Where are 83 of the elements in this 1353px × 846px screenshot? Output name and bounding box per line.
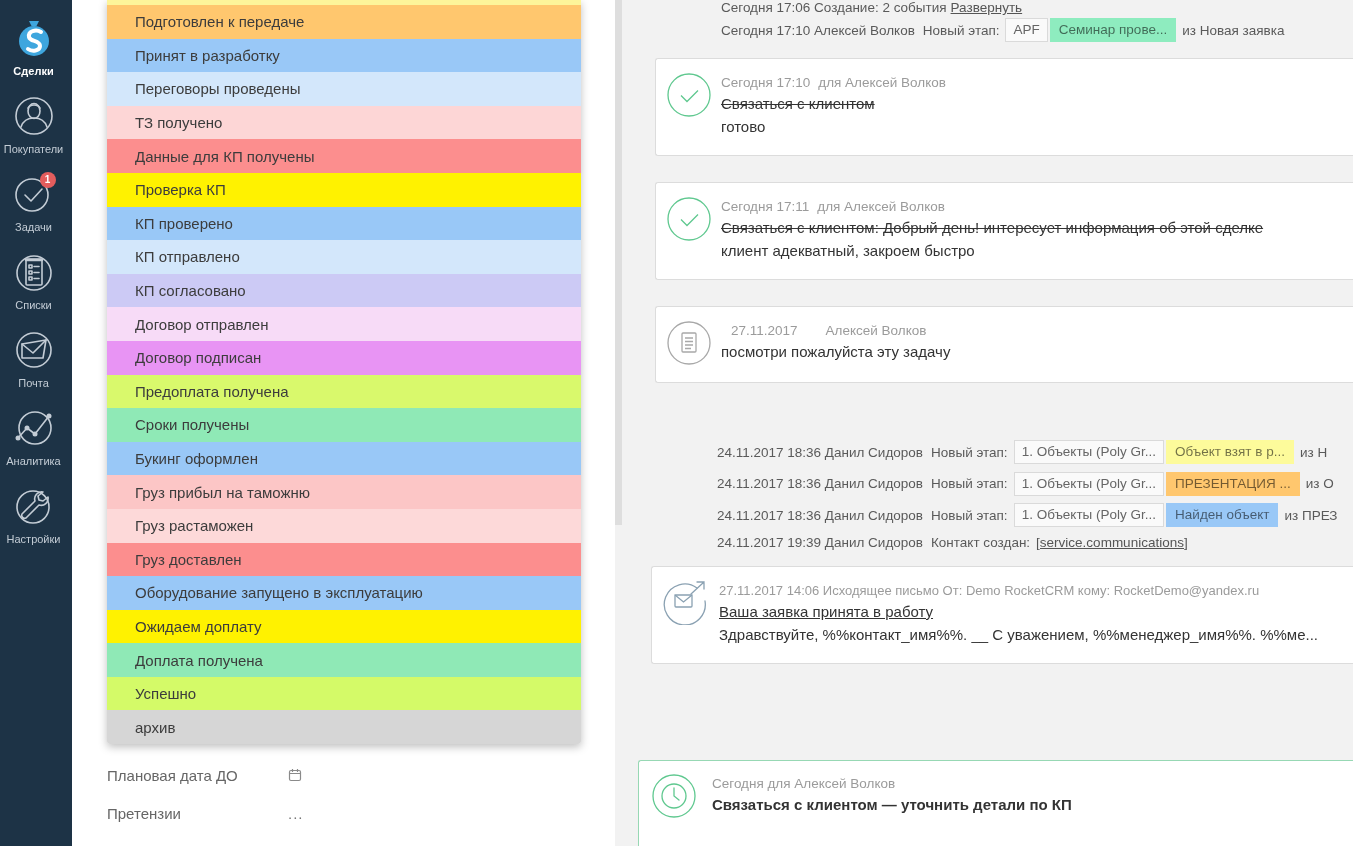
calendar-icon[interactable] [288, 768, 302, 782]
event-author: 24.11.2017 18:36 Данил Сидоров [717, 476, 923, 491]
nav-item[interactable]: Настройки [0, 486, 67, 546]
task-result: готово [721, 117, 767, 137]
stage-option[interactable]: Договор отправлен [107, 307, 581, 341]
field-value[interactable]: ... [288, 804, 304, 822]
previous-stage: из О [1305, 476, 1334, 491]
task-title: Связаться с клиентом [721, 94, 876, 114]
stage-option[interactable]: КП отправлено [107, 240, 581, 274]
task-time: Сегодня 17:10 [721, 74, 811, 92]
stage-tag: Найден объект [1166, 503, 1279, 527]
previous-stage: из Н [1299, 444, 1328, 460]
task-title: Связаться с клиентом — уточнить детали по КП [712, 794, 1072, 815]
nav-item[interactable]: Задачи 1 [0, 174, 67, 234]
stage-option[interactable]: Оборудование запущено в эксплуатацию [107, 576, 581, 610]
stage-option[interactable]: Сроки получены [107, 408, 581, 442]
nav-item[interactable]: Сделки [0, 18, 67, 78]
envelope-icon [13, 330, 54, 370]
clock-icon [652, 773, 696, 818]
task-assignee: для Алексей Волков [818, 74, 946, 92]
nav-item[interactable]: Покупатели [0, 96, 67, 156]
note-date: 27.11.2017 [731, 322, 798, 340]
clipboard-icon [13, 252, 54, 292]
event-author: 24.11.2017 18:36 Данил Сидоров [717, 507, 923, 523]
field-label: Плановая дата ДО [107, 766, 239, 784]
event-action: Новый этап: [931, 444, 1008, 460]
pipeline-tag: 1. Объекты (Poly Gr... [1013, 503, 1165, 527]
nav-item[interactable]: Почта [0, 330, 67, 390]
email-preview: Здравствуйте, %%контакт_имя%%. __ С уважением, %%менеджер_имя%%. %%ме... [719, 624, 1319, 645]
stage-option[interactable]: Данные для КП получены [107, 139, 581, 173]
event-author: 24.11.2017 19:39 Данил Сидоров [717, 534, 923, 550]
stage-tag: ПРЕЗЕНТАЦИЯ ... [1166, 471, 1300, 496]
stage-option[interactable]: Предоплата получена [107, 374, 581, 409]
task-time: Сегодня 17:11 [721, 198, 810, 216]
task-meta: Сегодня для Алексей Волков [712, 774, 897, 793]
notification-badge: 1 [39, 172, 56, 188]
stage-tag: Семинар прове... [1049, 18, 1177, 42]
email-subject-link[interactable]: Ваша заявка принята в работу [719, 602, 934, 620]
event-author: 24.11.2017 18:36 Данил Сидоров [717, 444, 923, 460]
note-text: посмотри пожалуйста эту задачу [721, 342, 951, 362]
event-action: Новый этап: [931, 507, 1008, 523]
stage-option[interactable]: Доплата получена [107, 643, 581, 677]
task-title: Связаться с клиентом: Добрый день! интересует информация об этой сделке [721, 218, 1264, 238]
previous-stage: из Новая заявка [1182, 22, 1285, 38]
stage-option[interactable]: Груз растаможен [107, 508, 581, 543]
note-author: Алексей Волков [825, 322, 927, 340]
event-text: Сегодня 17:06 Создание: 2 события [721, 0, 947, 15]
stage-option[interactable]: Подготовлен к передаче [107, 5, 581, 39]
stage-option[interactable]: Проверка КП [107, 172, 581, 207]
stage-option[interactable]: КП согласовано [107, 273, 581, 308]
stage-option[interactable]: Договор подписан [107, 340, 581, 375]
person-icon [13, 96, 54, 136]
stage-option[interactable]: Успешно [107, 676, 581, 711]
previous-stage: из ПРЕЗ [1284, 507, 1338, 523]
stage-option[interactable]: Переговоры проведены [107, 72, 581, 106]
contact-link[interactable]: [service.communications] [1036, 534, 1188, 550]
pipeline-tag: APF [1005, 18, 1048, 42]
stage-option[interactable]: ТЗ получено [107, 105, 581, 140]
stage-tag: Объект взят в р... [1166, 440, 1294, 464]
stage-option[interactable]: Груз прибыл на таможню [107, 475, 581, 509]
task-result: клиент адекватный, закроем быстро [721, 241, 976, 261]
nav-item[interactable]: Аналитика [0, 408, 67, 468]
outgoing-mail-icon [663, 578, 709, 625]
event-action: Новый этап: [931, 476, 1008, 491]
task-assignee: для Алексей Волков [817, 198, 945, 216]
stage-option[interactable]: Принят в разработку [107, 38, 581, 73]
stage-option[interactable]: архив [107, 710, 581, 745]
event-action: Контакт создан: [931, 534, 1031, 550]
stage-option[interactable]: Букинг оформлен [107, 441, 581, 476]
line-chart-icon [13, 408, 54, 448]
stage-option[interactable]: КП проверено [107, 206, 581, 241]
event-action: Новый этап: [922, 22, 1000, 38]
email-meta: 27.11.2017 14:06 Исходящее письмо От: Demo RocketCRM кому: RocketDemo@yandex.ru [719, 581, 1261, 600]
stage-option[interactable]: Груз доставлен [107, 542, 581, 577]
pipeline-tag: 1. Объекты (Poly Gr... [1013, 471, 1165, 496]
field-label: Претензии [107, 804, 182, 822]
expand-link[interactable]: Развернуть [950, 0, 1023, 15]
document-icon [667, 321, 711, 365]
nav-item[interactable]: Списки [0, 252, 67, 312]
pipeline-tag: 1. Объекты (Poly Gr... [1013, 440, 1165, 464]
event-author: Сегодня 17:10 Алексей Волков [721, 22, 915, 38]
scrollbar-thumb[interactable] [615, 0, 622, 525]
stage-option[interactable]: Ожидаем доплату [107, 609, 581, 644]
